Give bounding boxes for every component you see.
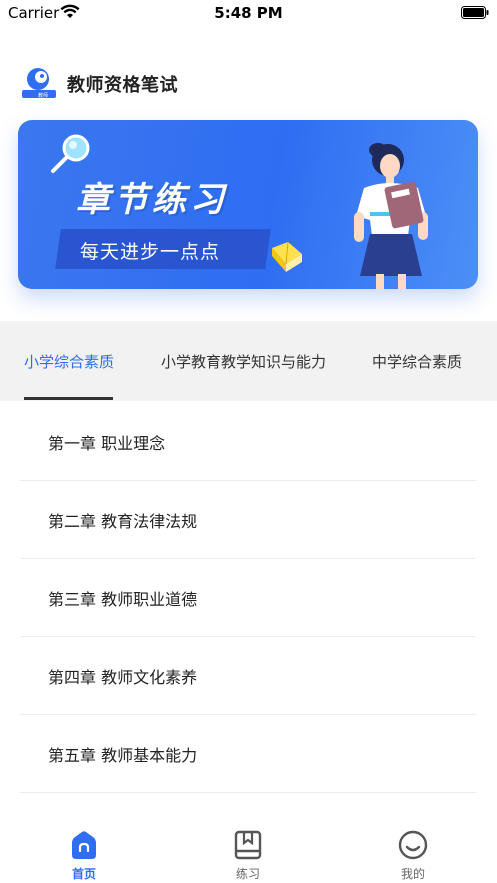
- open-book-icon: [272, 241, 302, 272]
- nav-practice[interactable]: 练习: [208, 829, 288, 882]
- status-bar: Carrier 5:48 PM: [0, 0, 497, 26]
- chapter-practice-banner[interactable]: 章节练习 每天进步一点点: [18, 120, 478, 289]
- tab-primary-comprehensive[interactable]: 小学综合素质: [24, 351, 114, 372]
- subject-tabs: 小学综合素质 小学教育教学知识与能力 中学综合素质: [0, 321, 497, 401]
- chapter-item[interactable]: 第二章 教育法律法规: [20, 481, 476, 559]
- chapter-item[interactable]: 第一章 职业理念: [20, 403, 476, 481]
- battery-icon: [461, 6, 489, 19]
- chapter-list: 第一章 职业理念 第二章 教育法律法规 第三章 教师职业道德 第四章 教师文化素…: [20, 403, 476, 793]
- student-illustration: [354, 143, 428, 289]
- chapter-item[interactable]: 第三章 教师职业道德: [20, 559, 476, 637]
- nav-profile[interactable]: 我的: [373, 829, 453, 882]
- tab-primary-teaching-knowledge[interactable]: 小学教育教学知识与能力: [161, 351, 326, 372]
- nav-home[interactable]: 首页: [44, 829, 124, 882]
- banner-subtitle: 每天进步一点点: [80, 241, 221, 263]
- active-tab-indicator: [24, 397, 113, 400]
- tab-secondary-comprehensive[interactable]: 中学综合素质: [372, 351, 462, 372]
- practice-book-icon: [234, 830, 262, 860]
- nav-home-label: 首页: [71, 867, 96, 881]
- chapter-item[interactable]: 第五章 教师基本能力: [20, 715, 476, 793]
- bottom-nav: 首页 练习 我的: [0, 825, 497, 883]
- magnifier-icon: [51, 134, 90, 173]
- banner-title: 章节练习: [76, 180, 228, 220]
- profile-smile-icon: [398, 830, 428, 860]
- app-logo-icon: 教师: [22, 68, 56, 98]
- nav-practice-label: 练习: [235, 867, 260, 881]
- home-icon: [72, 831, 96, 859]
- svg-text:教师: 教师: [38, 92, 48, 98]
- clock: 5:48 PM: [214, 4, 283, 22]
- page-title: 教师资格笔试: [67, 75, 178, 96]
- nav-profile-label: 我的: [400, 867, 425, 881]
- chapter-item[interactable]: 第四章 教师文化素养: [20, 637, 476, 715]
- app-header: 教师 教师资格笔试: [22, 60, 462, 104]
